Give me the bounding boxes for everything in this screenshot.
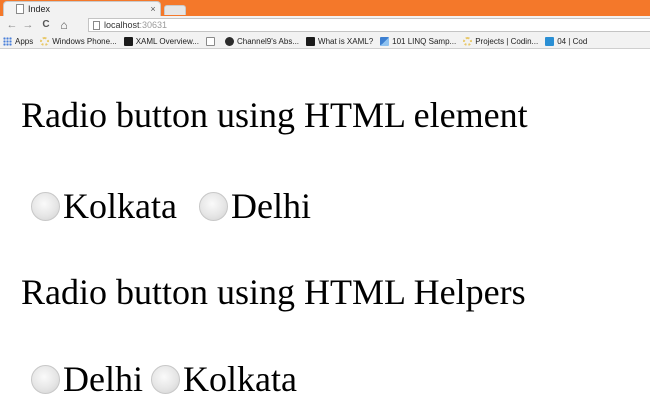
- heading-html-element: Radio button using HTML element: [21, 95, 528, 135]
- bookmark-label: Windows Phone...: [52, 36, 117, 46]
- bookmark-label: Channel9's Abs...: [237, 36, 300, 46]
- forward-arrow-icon[interactable]: →: [22, 19, 34, 31]
- msdn-icon: [306, 36, 316, 46]
- bookmark-label: What is XAML?: [318, 36, 374, 46]
- address-bar[interactable]: localhost :30631: [88, 18, 650, 32]
- msdn-icon: [123, 36, 133, 46]
- radio-label-delhi: Delhi: [230, 186, 311, 226]
- radio-kolkata[interactable]: [31, 191, 60, 221]
- bookmark-label: Apps: [15, 36, 34, 46]
- url-port: :30631: [139, 20, 168, 30]
- spinner-icon: [463, 36, 473, 46]
- page-icon: [206, 36, 215, 46]
- home-icon[interactable]: ⌂: [58, 19, 70, 31]
- apps-grid-icon: [3, 36, 12, 46]
- heading-html-helpers: Radio button using HTML Helpers: [21, 272, 526, 312]
- page-content: Radio button using HTML element Kolkata …: [0, 50, 650, 398]
- bookmark-label: 101 LINQ Samp...: [392, 36, 457, 46]
- reload-icon[interactable]: C: [40, 19, 52, 31]
- bookmark-item[interactable]: [206, 36, 218, 46]
- browser-toolbar: ← → C ⌂ localhost :30631: [0, 16, 650, 34]
- bookmarks-bar: Apps Windows Phone... XAML Overview... C…: [0, 34, 650, 49]
- bookmark-item[interactable]: 101 LINQ Samp...: [380, 36, 457, 46]
- back-arrow-icon[interactable]: ←: [6, 19, 18, 31]
- new-tab-button[interactable]: [164, 5, 186, 15]
- bookmark-apps[interactable]: Apps: [3, 36, 34, 46]
- radio-label-delhi: Delhi: [63, 359, 143, 398]
- url-host: localhost: [104, 20, 140, 30]
- channel9-icon: [225, 36, 234, 46]
- tab-title: Index: [28, 4, 51, 14]
- radio-delhi[interactable]: [31, 364, 60, 394]
- browser-titlebar: Index ×: [0, 0, 650, 16]
- page-icon: [93, 20, 100, 30]
- linq-icon: [380, 36, 390, 46]
- radio-kolkata[interactable]: [150, 364, 180, 394]
- radio-label-kolkata: Kolkata: [63, 186, 177, 226]
- bookmark-item[interactable]: 04 | Cod: [545, 36, 588, 46]
- bookmark-label: 04 | Cod: [557, 36, 588, 46]
- page-icon: [16, 4, 24, 14]
- bookmark-item[interactable]: Windows Phone...: [40, 36, 117, 46]
- bookmark-label: XAML Overview...: [135, 36, 199, 46]
- mva-icon: [545, 36, 555, 46]
- bookmark-item[interactable]: XAML Overview...: [123, 36, 199, 46]
- browser-tab[interactable]: Index ×: [3, 1, 161, 16]
- radio-group-html-element: Kolkata Delhi: [31, 186, 311, 226]
- radio-label-kolkata: Kolkata: [182, 359, 297, 398]
- spinner-icon: [40, 36, 50, 46]
- radio-delhi[interactable]: [198, 191, 228, 221]
- bookmark-item[interactable]: What is XAML?: [306, 36, 374, 46]
- bookmark-item[interactable]: Channel9's Abs...: [225, 36, 300, 46]
- radio-group-html-helpers: Delhi Kolkata: [31, 359, 297, 398]
- tab-close-icon[interactable]: ×: [146, 4, 160, 14]
- bookmark-item[interactable]: Projects | Codin...: [463, 36, 539, 46]
- bookmark-label: Projects | Codin...: [475, 36, 539, 46]
